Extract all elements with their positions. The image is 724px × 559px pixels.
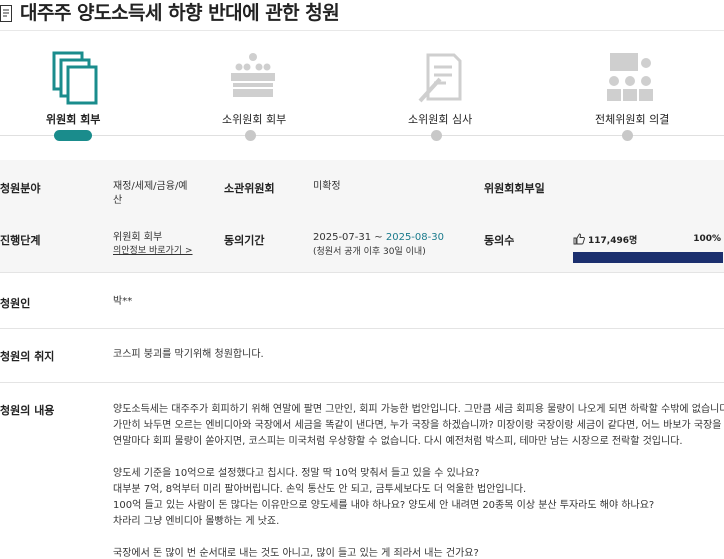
committee-value: 미확정 [313,181,341,192]
content-line: 100억 들고 있는 사람이 돈 많다는 이유만으로 양도세를 내야 하나요? … [113,500,655,511]
agree-label: 동의수 [484,234,515,247]
step-marker [245,130,256,141]
purpose-label: 청원의 취지 [0,350,55,363]
step-label: 위원회 회부 [46,113,101,126]
row-divider [0,382,724,383]
page-title: 대주주 양도소득세 하향 반대에 관한 청원 [20,1,340,24]
period-range: 2025-07-31 ~ 2025-08-30 [313,231,444,245]
document-icon [0,4,12,22]
agree-percent: 100% [693,234,721,244]
content-gap [113,530,724,546]
agree-count-row: 117,496명 100% [573,232,723,246]
agree-count: 117,496명 [588,235,638,246]
thumbs-up-icon [573,233,585,245]
committee-meeting-icon [231,53,275,97]
step-label: 소위원회 심사 [408,113,473,126]
period-start: 2025-07-31 ~ [313,232,386,243]
petition-content: 양도소득세는 대주주가 회피하기 위해 연말에 팔면 그만인, 회피 가능한 법… [113,402,724,559]
step-marker-active [54,130,92,141]
period-note: (청원서 공개 이후 30일 이내) [313,247,426,257]
petition-progress: 위원회 회부 소위원회 회부 소위원회 심사 전체위원회 의결 [0,31,724,141]
content-line: 대부분 7억, 8억부터 미리 팔아버립니다. 손익 통산도 안 되고, 금투세… [113,484,527,495]
step-label: 전체위원회 의결 [595,113,670,126]
presentation-icon [607,53,653,101]
step-full-committee-vote: 전체위원회 의결 [540,31,720,141]
content-line: 차라리 그냥 엔비디아 몰빵하는 게 낫죠. [113,516,280,527]
review-document-icon [418,53,462,103]
agree-progress-bar [573,252,723,263]
field-value-line: 산 [113,195,123,206]
step-subcommittee-referral: 소위원회 회부 [163,31,343,141]
content-line: 양도소득세는 대주주가 회피하기 위해 연말에 팔면 그만인, 회피 가능한 법… [113,404,724,415]
content-gap [113,450,724,466]
step-committee-referral: 위원회 회부 [0,31,162,141]
field-value-line: 재정/세제/금융/예 [113,181,188,192]
content-line: 가만히 놔두면 오르는 엔비디아와 국장에서 세금을 똑같이 낸다면, 누가 국… [113,420,724,431]
content-line: 연말마다 회피 물량이 쏟아지면, 코스피는 미국처럼 우상향할 수 없습니다.… [113,436,683,447]
content-line: 양도세 기준을 10억으로 설정했다고 칩시다. 정말 딱 10억 맞춰서 들고… [113,468,480,479]
field-label: 청원분야 [0,182,41,195]
content-label: 청원의 내용 [0,404,55,417]
field-value: 재정/세제/금융/예 산 [113,180,213,208]
step-marker [431,130,442,141]
petitioner-label: 청원인 [0,297,31,310]
step-subcommittee-review: 소위원회 심사 [348,31,528,141]
period-end: 2025-08-30 [385,232,444,243]
period-value-block: 2025-07-31 ~ 2025-08-30 (청원서 공개 이후 30일 이… [313,231,444,259]
period-label: 동의기간 [224,234,265,247]
petitioner-value: 박** [113,296,133,307]
referral-date-label: 위원회회부일 [484,182,545,195]
purpose-value: 코스피 붕괴를 막기위해 청원합니다. [113,349,264,360]
stage-value-block: 위원회 회부 의안정보 바로가기 > [113,231,193,258]
documents-icon [52,51,98,105]
stage-label: 진행단계 [0,234,41,247]
committee-label: 소관위원회 [224,182,275,195]
stage-value: 위원회 회부 [113,232,163,243]
agree-progress-fill [573,252,723,263]
step-marker [622,130,633,141]
row-divider [0,328,724,329]
row-divider [0,272,724,273]
bill-info-link[interactable]: 의안정보 바로가기 > [113,244,193,258]
page-header: 대주주 양도소득세 하향 반대에 관한 청원 [0,0,724,30]
content-line: 국장에서 돈 많이 번 순서대로 내는 것도 아니고, 많이 들고 있는 게 죄… [113,548,479,559]
step-label: 소위원회 회부 [222,113,287,126]
